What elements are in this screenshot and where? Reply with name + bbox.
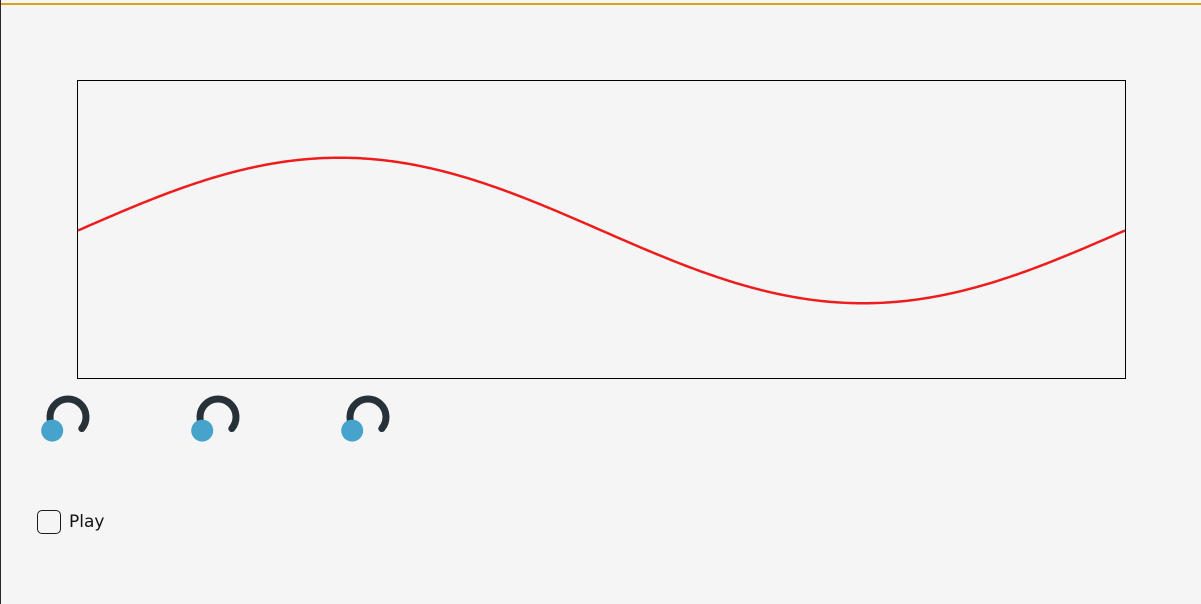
knob-indicator[interactable]: [341, 419, 364, 442]
knob-indicator[interactable]: [41, 419, 64, 442]
top-accent-border: [0, 0, 1201, 5]
knob-indicator[interactable]: [191, 419, 214, 442]
waveform-display: [77, 80, 1126, 379]
knob-2[interactable]: [191, 394, 242, 442]
knob-1[interactable]: [41, 394, 92, 442]
knob-svg: [341, 395, 390, 442]
knob-svg: [41, 395, 90, 442]
waveform-svg: [78, 156, 1125, 305]
play-toggle[interactable]: Play: [37, 510, 104, 534]
play-label: Play: [69, 512, 105, 532]
left-edge-border: [0, 0, 1, 604]
knob-3[interactable]: [341, 394, 392, 442]
sine-wave-line: [78, 156, 1125, 305]
play-checkbox[interactable]: [37, 510, 61, 534]
knob-svg: [191, 395, 240, 442]
